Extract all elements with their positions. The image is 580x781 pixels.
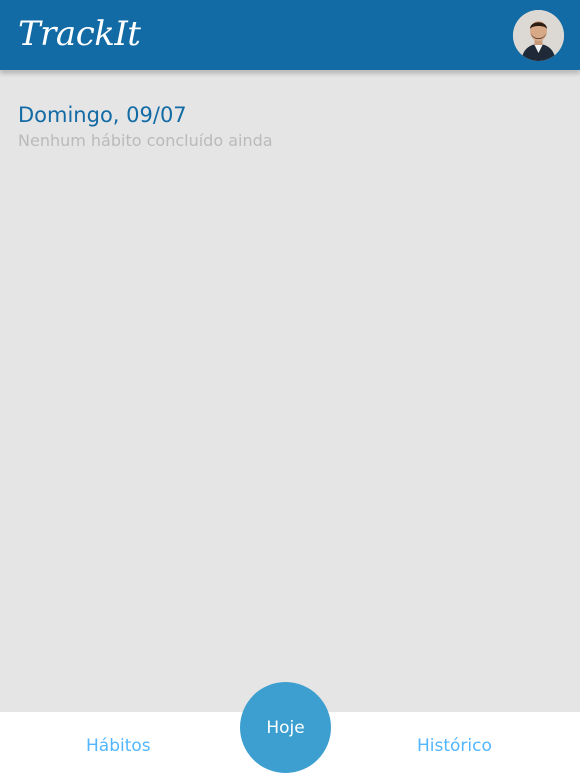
avatar-image <box>513 10 564 61</box>
today-content: Domingo, 09/07 Nenhum hábito concluído a… <box>18 100 558 152</box>
app-logo: TrackIt <box>18 14 141 54</box>
today-button[interactable]: Hoje <box>240 682 331 773</box>
progress-status: Nenhum hábito concluído ainda <box>18 131 273 150</box>
profile-avatar-icon[interactable] <box>513 10 564 61</box>
date-heading: Domingo, 09/07 <box>18 103 187 127</box>
nav-habits-link[interactable]: Hábitos <box>86 734 151 758</box>
nav-history-link[interactable]: Histórico <box>417 734 492 758</box>
top-bar: TrackIt <box>0 0 580 70</box>
